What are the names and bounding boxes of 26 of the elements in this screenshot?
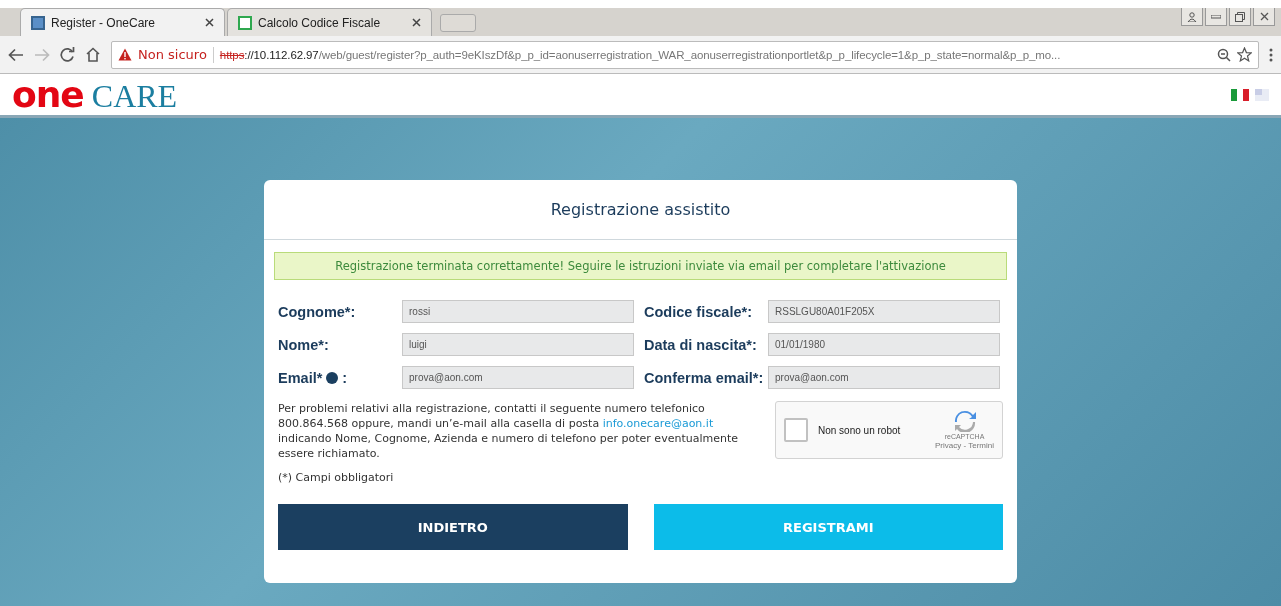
back-button[interactable]: INDIETRO: [278, 504, 628, 550]
address-bar[interactable]: Non sicuro https://10.112.62.97/web/guest/register?p_auth=9eKIszDf&p_p_id=aonuserregistration_WAR_aonuserregistrationportlet&p_p_lifecycle=1&p_p_state=normal&p_p_mo...: [111, 40, 1259, 69]
field-label: Nome*:: [278, 336, 330, 353]
input-field[interactable]: prova@aon.com: [768, 366, 1000, 389]
success-message: Registrazione terminata correttamente! Seguire le istruzioni inviate via email per completare l'attivazione: [274, 252, 1007, 280]
field-label: Cognome*:: [278, 303, 357, 320]
input-field[interactable]: rossi: [402, 300, 634, 323]
field-label: Data di nascita*:: [644, 336, 758, 353]
input-field[interactable]: prova@aon.com: [402, 366, 634, 389]
input-field[interactable]: 01/01/1980: [768, 333, 1000, 356]
browser-tab[interactable]: Calcolo Codice Fiscale: [227, 8, 432, 36]
field-label: Email*: [278, 369, 323, 386]
browser-tab[interactable]: Register - OneCare: [20, 8, 225, 36]
field-label: Codice fiscale*:: [644, 303, 753, 320]
field-label: :: [342, 369, 348, 386]
input-field[interactable]: RSSLGU80A01F205X: [768, 300, 1000, 323]
security-warning: Non sicuro: [138, 47, 207, 62]
field-label: Conferma email*:: [644, 369, 765, 386]
logo: one CARE: [12, 74, 178, 115]
url-text: https://10.112.62.97/web/guest/register?p_auth=9eKIszDf&p_p_id=aonuserregistration_WAR_aonuserregistrationportlet&p_p_lifecycle=1&p_p_state=normal&p_p_mo...: [219, 48, 1062, 61]
captcha-label: Non sono un robot: [818, 424, 902, 436]
help-text: Per problemi relativi alla registrazione, contatti il seguente numero telefonico 800.864.568 oppure, mandi un’e-mail alla casella di posta info.onecare@aon.it indicando Nome, Cognome, Azienda e numero di telefono per poter eventualmente essere richiamato.: [278, 401, 739, 461]
captcha-links[interactable]: Privacy - Termini: [935, 441, 994, 450]
input-field[interactable]: luigi: [402, 333, 634, 356]
card-title: Registrazione assistito: [264, 180, 1017, 240]
required-note: (*) Campi obbligatori: [278, 471, 395, 484]
